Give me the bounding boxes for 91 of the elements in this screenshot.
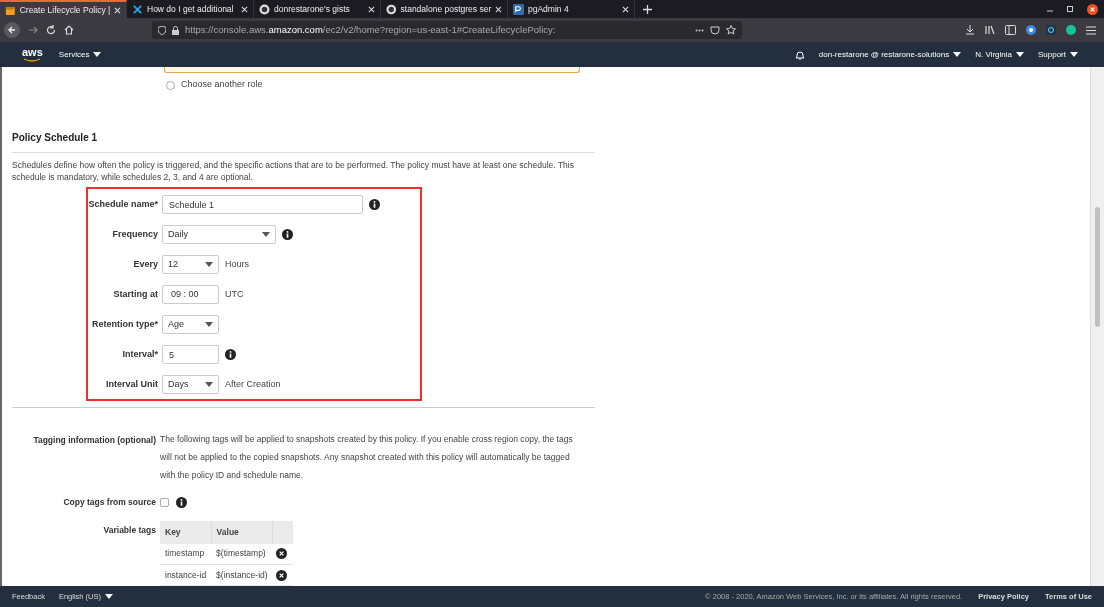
shield-icon <box>158 25 166 35</box>
section-description: Schedules define how often the policy is triggered, and the specific actions that are to be performed. The policy must have at least one schedule. This schedule is mandatory, while schedules 2, 3, and 4 are optional. <box>12 158 575 183</box>
support-menu[interactable]: Support <box>1037 48 1078 61</box>
smile-icon <box>23 58 42 62</box>
table-cell: timestamp <box>160 543 212 565</box>
region-menu[interactable]: N. Virginia <box>975 48 1024 61</box>
library-icon[interactable] <box>985 25 995 35</box>
column-header <box>272 520 293 544</box>
download-icon[interactable] <box>965 25 975 35</box>
elephant-icon <box>513 3 524 15</box>
extension-icon[interactable] <box>1026 25 1036 35</box>
account-menu[interactable]: don-restarone @ restarone-solutions <box>818 48 962 61</box>
services-menu[interactable]: Services <box>58 48 102 61</box>
column-header: Key <box>160 520 212 544</box>
dropdown[interactable]: 12 <box>162 255 219 275</box>
unit-label: UTC <box>225 288 244 301</box>
text-field[interactable]: Schedule 1 <box>162 195 363 215</box>
field-label: Starting at <box>113 288 158 301</box>
field-label: Interval Unit <box>106 378 158 391</box>
field-label: Copy tags from source <box>63 495 156 509</box>
field-label: Tagging information (optional) <box>33 433 156 447</box>
restore-icon[interactable] <box>1067 6 1073 12</box>
caret-icon <box>93 52 102 57</box>
field-label: Retention type* <box>92 318 158 331</box>
bell-icon[interactable] <box>794 49 805 60</box>
close-icon[interactable] <box>368 5 375 13</box>
close-icon[interactable] <box>495 5 502 13</box>
menu-icon[interactable] <box>1086 25 1096 35</box>
aws-logo[interactable]: aws <box>22 47 43 62</box>
radio-label: Choose another role <box>181 78 263 92</box>
tab-title: Create Lifecycle Policy | <box>19 3 111 17</box>
cross-icon <box>132 3 143 15</box>
lock-icon <box>172 25 179 35</box>
dropdown[interactable]: Daily <box>162 225 276 245</box>
scrollbar[interactable] <box>1090 67 1104 586</box>
close-icon[interactable] <box>622 5 629 13</box>
tab-title: How do I get additional <box>147 2 235 16</box>
time-field[interactable]: 09 : 00 <box>162 285 219 305</box>
remove-icon[interactable] <box>275 548 287 560</box>
close-icon[interactable] <box>241 5 248 13</box>
unit-label: After Creation <box>225 378 281 391</box>
table-cell: $(timestamp) <box>211 543 273 565</box>
unit-label: Hours <box>225 258 249 271</box>
dropdown[interactable]: Age <box>162 315 219 335</box>
close-icon[interactable] <box>1087 3 1098 15</box>
caret-icon <box>953 52 962 57</box>
field-label: Variable tags <box>103 523 156 537</box>
field-label: Every <box>133 258 158 271</box>
address-bar[interactable]: https://console.aws.amazon.com/ec2/v2/home?region=us-east-1#CreateLifecyclePolicy: <box>152 21 742 39</box>
caret-icon <box>205 262 213 268</box>
pocket-icon[interactable] <box>710 25 720 35</box>
section-heading: Policy Schedule 1 <box>12 131 98 143</box>
caret-icon <box>105 594 114 599</box>
close-icon[interactable] <box>114 6 121 14</box>
tagging-description: The following tags will be applied to snapshots created by this policy. If you enable cross region copy, the tags will not be applied to the copied snapshots. Any snapshot created with this policy will automatically be tagged with the policy ID and schedule name. <box>160 432 574 482</box>
radio-button[interactable] <box>166 80 175 90</box>
text-field[interactable]: 5 <box>162 345 219 365</box>
dropdown[interactable]: Days <box>162 375 219 395</box>
caret-icon <box>1070 52 1078 57</box>
reload-icon[interactable] <box>46 25 56 35</box>
star-icon[interactable] <box>726 25 736 35</box>
cube-icon <box>5 4 16 16</box>
info-icon[interactable] <box>369 199 380 211</box>
tab-title: donrestarone's gists <box>274 2 351 16</box>
column-header: Value <box>211 520 273 544</box>
back-icon[interactable] <box>4 22 20 38</box>
forward-icon[interactable] <box>28 25 38 35</box>
more-icon[interactable] <box>695 28 704 32</box>
checkbox[interactable] <box>160 497 169 507</box>
home-icon[interactable] <box>64 25 74 35</box>
tab-title: pgAdmin 4 <box>528 2 570 16</box>
plus-icon[interactable] <box>643 4 652 14</box>
caret-icon <box>205 322 213 328</box>
sidebar-icon[interactable] <box>1005 25 1016 35</box>
field-label: Schedule name* <box>88 198 158 211</box>
info-icon[interactable] <box>225 349 236 361</box>
tab-title: standalone postgres ser <box>400 2 492 16</box>
field-label: Frequency <box>112 228 158 241</box>
caret-icon <box>205 382 213 388</box>
extension-icon[interactable] <box>1066 25 1076 35</box>
info-icon[interactable] <box>282 229 293 241</box>
extension-icon[interactable] <box>1046 25 1056 35</box>
url-text: https://console.aws.amazon.com/ec2/v2/home?region=us-east-1#CreateLifecyclePolicy: <box>185 22 557 37</box>
table-cell: $(instance-id) <box>211 564 273 586</box>
remove-icon[interactable] <box>275 569 287 581</box>
browser-tab[interactable]: Create Lifecycle Policy | <box>0 0 127 18</box>
caret-icon <box>1015 52 1024 57</box>
caret-icon <box>262 232 270 238</box>
table-cell: instance-id <box>160 564 212 586</box>
info-icon[interactable] <box>176 496 187 508</box>
field-label: Interval* <box>122 348 158 361</box>
